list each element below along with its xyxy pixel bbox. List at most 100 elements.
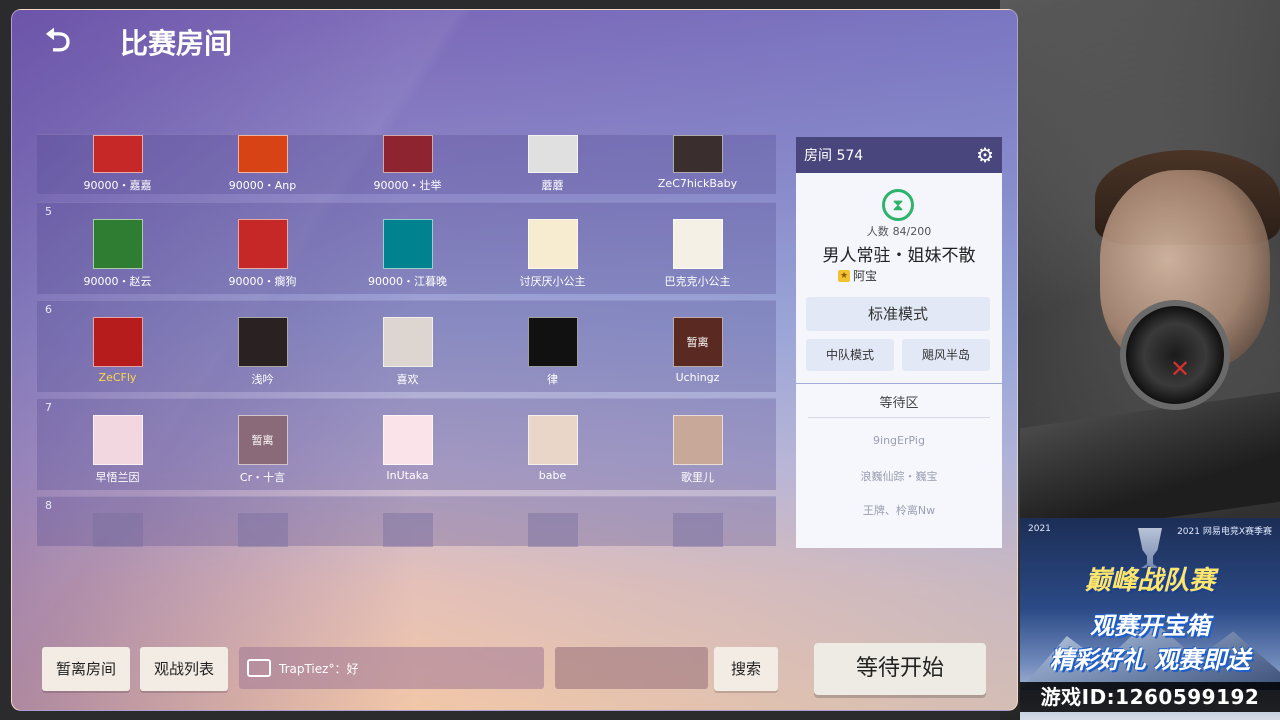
player-slot[interactable]: 蘑蘑 xyxy=(480,135,625,193)
player-name: 蘑蘑 xyxy=(541,179,564,192)
room-info: ⧗ 人数 84/200 男人常驻・姐妹不散 ★ 阿宝 标准模式 中队模式 飓风半… xyxy=(796,173,1002,383)
avatar xyxy=(237,219,288,269)
player-name: 90000・Anp xyxy=(228,179,297,192)
map-name[interactable]: 飓风半岛 xyxy=(902,339,990,371)
empty-slot[interactable] xyxy=(335,513,480,547)
team-row: 90000・嘉嘉 90000・Anp 90000・壮举 蘑蘑 ZeC7hickBaby xyxy=(37,134,776,194)
empty-avatar xyxy=(92,513,143,547)
player-slot[interactable]: 90000・嘉嘉 xyxy=(45,135,190,193)
empty-slot[interactable] xyxy=(625,513,770,547)
player-slot[interactable]: 巴克克小公主 xyxy=(625,219,770,289)
waiting-player[interactable]: 浪巍仙踪・巍宝 xyxy=(796,468,1002,484)
player-name: 90000・瘸狗 xyxy=(228,275,297,288)
avatar xyxy=(92,415,143,465)
room-name: 男人常驻・姐妹不散 xyxy=(822,246,976,266)
player-slot[interactable]: babe xyxy=(480,415,625,482)
empty-slot[interactable] xyxy=(480,513,625,547)
player-slot[interactable]: 早悟兰因 xyxy=(45,415,190,485)
team-number: 8 xyxy=(45,499,52,512)
player-name: 90000・江暮晚 xyxy=(368,275,447,288)
start-button[interactable]: 等待开始 xyxy=(814,643,986,695)
avatar xyxy=(92,317,143,367)
team-number: 7 xyxy=(45,401,52,414)
game-mode[interactable]: 标准模式 xyxy=(806,297,990,331)
avatar: 暂离 xyxy=(672,317,723,367)
avatar xyxy=(527,135,578,173)
avatar xyxy=(382,415,433,465)
crosshair-icon: ✕ xyxy=(1170,355,1191,383)
gear-icon[interactable]: ⚙ xyxy=(976,143,994,167)
waiting-title: 等待区 xyxy=(808,392,990,418)
player-name: 律 xyxy=(547,373,558,386)
room-host: ★ 阿宝 xyxy=(838,267,877,284)
player-name: Uchingz xyxy=(675,371,720,384)
player-slot[interactable]: InUtaka xyxy=(335,415,480,482)
waiting-player[interactable]: 王牌、柃离Nw xyxy=(796,502,1002,518)
back-button[interactable]: ⮌ xyxy=(38,22,78,58)
team-row: 5 90000・赵云 90000・瘸狗 90000・江暮晚 讨厌厌小公主 巴克克小公主 xyxy=(37,202,776,294)
empty-slot[interactable] xyxy=(45,513,190,547)
player-name: 巴克克小公主 xyxy=(664,275,731,288)
player-name: 浅吟 xyxy=(251,373,274,386)
player-slot[interactable]: 暂离 Cr・十言 xyxy=(190,415,335,485)
avatar xyxy=(527,219,578,269)
match-room-panel: ⮌ 比赛房间 90000・嘉嘉 90000・Anp 90000・壮举 蘑蘑 ZeC7hi… xyxy=(11,9,1018,711)
avatar xyxy=(527,317,578,367)
empty-slot[interactable] xyxy=(190,513,335,547)
spectate-list-button[interactable]: 观战列表 xyxy=(140,647,228,691)
player-slot[interactable]: 90000・赵云 xyxy=(45,219,190,289)
player-name: babe xyxy=(538,469,567,482)
player-slot[interactable]: ZeC7hickBaby xyxy=(625,135,770,190)
player-count: 人数 84/200 xyxy=(796,223,1002,239)
player-name: Cr・十言 xyxy=(239,471,286,484)
host-star-icon: ★ xyxy=(838,269,850,282)
player-slot[interactable]: 律 xyxy=(480,317,625,387)
player-slot[interactable]: 90000・壮举 xyxy=(335,135,480,193)
empty-avatar xyxy=(237,513,288,547)
banner-line-2: 精彩好礼 观赛即送 xyxy=(1049,646,1251,674)
player-slot[interactable]: ZeCFly xyxy=(45,317,190,384)
search-button[interactable]: 搜索 xyxy=(714,647,778,691)
player-name: ZeCFly xyxy=(98,371,137,384)
avatar xyxy=(672,415,723,465)
player-name: 歌里儿 xyxy=(681,471,714,484)
player-name: InUtaka xyxy=(386,469,429,482)
hourglass-icon: ⧗ xyxy=(882,189,914,221)
empty-avatar xyxy=(382,513,433,547)
avatar xyxy=(382,317,433,367)
waiting-player[interactable]: 9ingErPig xyxy=(796,434,1002,447)
banner-event: 2021 网易电竞X赛季赛 xyxy=(1177,527,1272,537)
team-row: 6 ZeCFly 浅吟 喜欢 律 暂离 Uchingz xyxy=(37,300,776,392)
search-input[interactable] xyxy=(555,647,708,689)
empty-avatar xyxy=(527,513,578,547)
away-tag: 暂离 xyxy=(686,336,709,349)
player-slot[interactable]: 90000・Anp xyxy=(190,135,335,193)
chat-bar[interactable]: TrapTiez°：好 xyxy=(239,647,544,689)
waiting-area: 等待区 9ingErPig 浪巍仙踪・巍宝 王牌、柃离Nw xyxy=(796,384,1002,548)
player-slot[interactable]: 喜欢 xyxy=(335,317,480,387)
avatar xyxy=(672,219,723,269)
player-slot[interactable]: 讨厌厌小公主 xyxy=(480,219,625,289)
empty-avatar xyxy=(672,513,723,547)
team-grid: 90000・嘉嘉 90000・Anp 90000・壮举 蘑蘑 ZeC7hickBaby 5… xyxy=(37,134,776,552)
player-slot[interactable]: 90000・瘸狗 xyxy=(190,219,335,289)
host-name: 阿宝 xyxy=(853,269,878,283)
player-name: 喜欢 xyxy=(396,373,419,386)
avatar xyxy=(92,135,143,173)
team-row: 8 xyxy=(37,496,776,547)
team-number: 6 xyxy=(45,303,52,316)
player-slot[interactable]: 浅吟 xyxy=(190,317,335,387)
room-header: 房间 574 ⚙ xyxy=(796,137,1002,173)
player-slot[interactable]: 90000・江暮晚 xyxy=(335,219,480,289)
player-slot[interactable]: 暂离 Uchingz xyxy=(625,317,770,384)
chat-icon xyxy=(247,659,271,677)
team-row: 7 早悟兰因 暂离 Cr・十言 InUtaka babe 歌里儿 xyxy=(37,398,776,490)
leave-room-button[interactable]: 暂离房间 xyxy=(42,647,130,691)
player-name: 早悟兰因 xyxy=(95,471,140,484)
player-name: ZeC7hickBaby xyxy=(657,177,738,190)
player-count-label: 人数 xyxy=(866,225,889,238)
team-mode[interactable]: 中队模式 xyxy=(806,339,894,371)
avatar xyxy=(92,219,143,269)
back-arrow-icon: ⮌ xyxy=(45,21,71,59)
player-slot[interactable]: 歌里儿 xyxy=(625,415,770,485)
